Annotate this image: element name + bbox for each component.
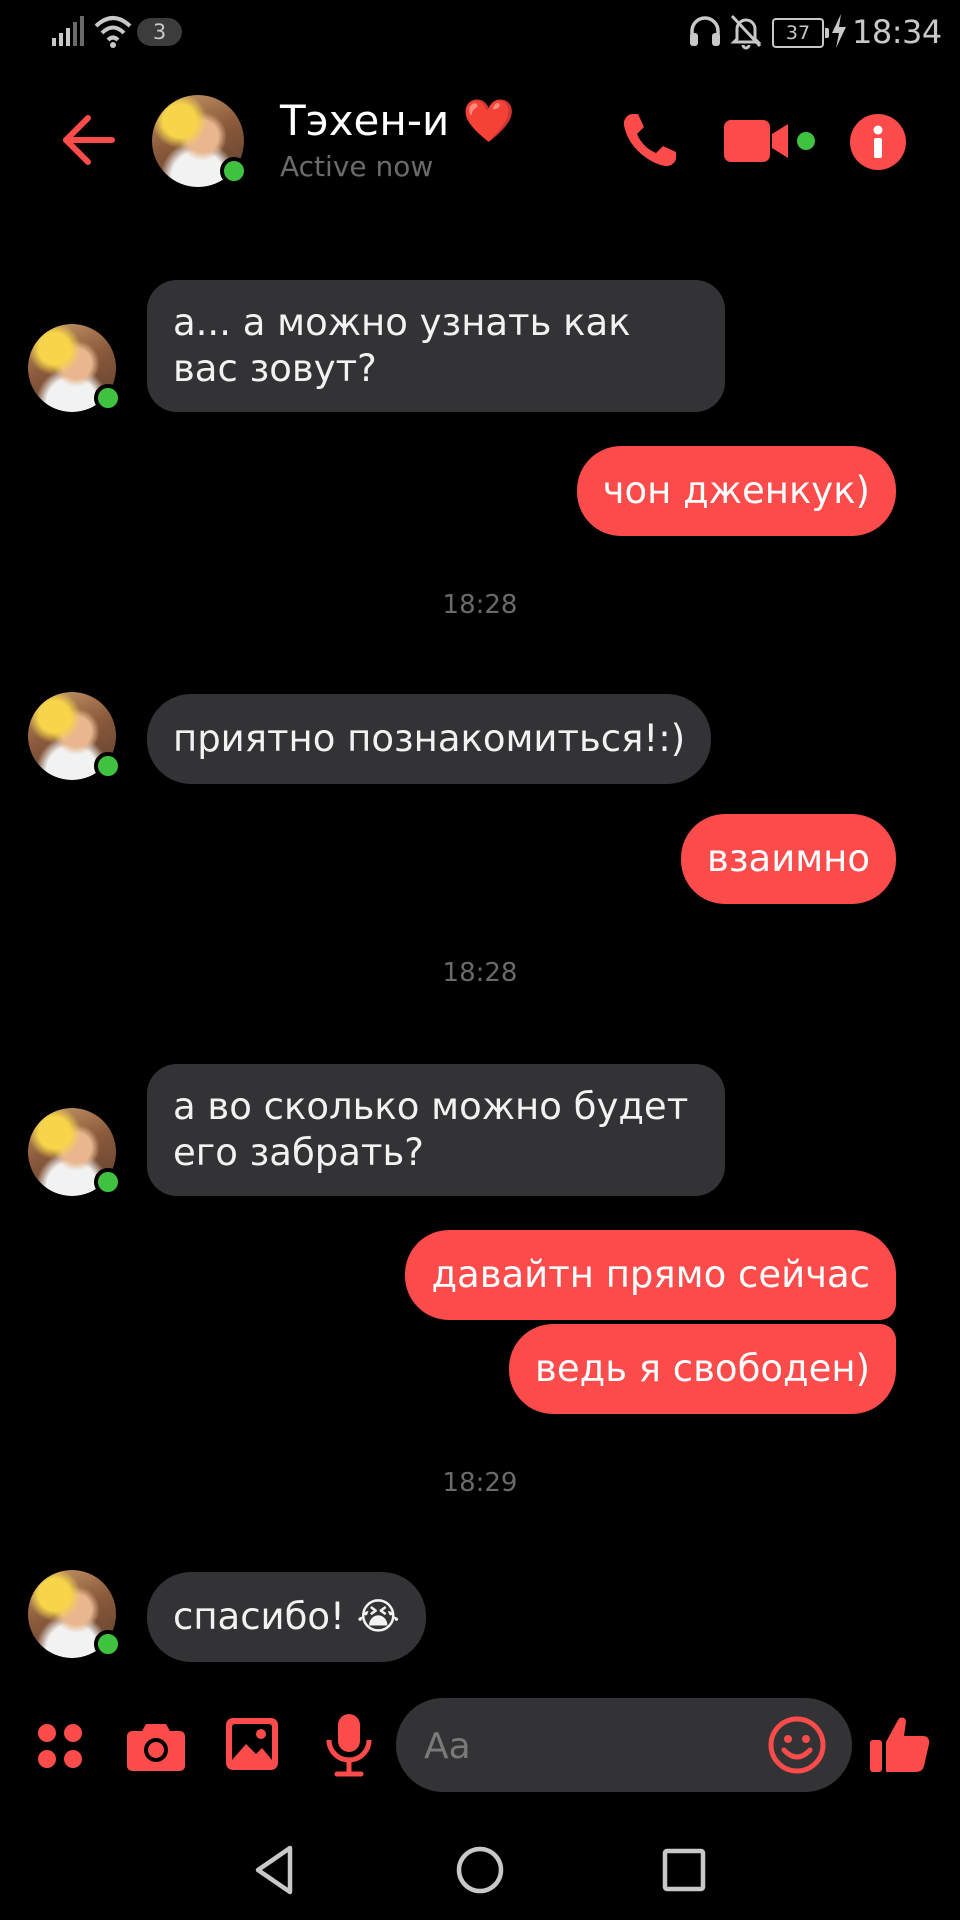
online-indicator — [94, 752, 122, 780]
message-bubble-incoming[interactable]: а во сколько можно будет его забрать? — [147, 1064, 725, 1196]
message-input-container[interactable] — [396, 1698, 852, 1794]
battery-indicator: 37 — [772, 18, 829, 48]
contact-name[interactable]: Тэхен-и ❤️ — [280, 96, 515, 146]
online-indicator — [94, 384, 122, 412]
info-button[interactable] — [850, 114, 906, 170]
message-timestamp: 18:28 — [442, 958, 518, 988]
message-timestamp: 18:28 — [442, 590, 518, 620]
chat-header: Тэхен-и ❤️ Active now — [0, 80, 960, 200]
online-indicator — [220, 157, 248, 185]
messenger-screen: 3 37 18:34 Тэхен-и ❤️ Active now а... а … — [0, 0, 960, 1920]
thumbs-up-icon[interactable] — [868, 1712, 932, 1776]
apps-icon[interactable] — [36, 1722, 84, 1770]
emoji-icon[interactable] — [768, 1716, 826, 1774]
contact-status: Active now — [280, 150, 434, 183]
sender-avatar — [28, 1108, 122, 1196]
bell-off-icon — [730, 14, 762, 50]
home-circle-icon[interactable] — [450, 1840, 510, 1900]
back-triangle-icon[interactable] — [244, 1840, 304, 1900]
system-nav-bar — [0, 1820, 960, 1920]
online-indicator — [94, 1168, 122, 1196]
message-input[interactable] — [422, 1698, 756, 1794]
online-indicator — [94, 1630, 122, 1658]
status-bar: 3 37 18:34 — [0, 0, 960, 66]
notification-count-badge: 3 — [137, 18, 182, 46]
signal-icon — [52, 16, 84, 46]
info-icon — [873, 125, 883, 158]
message-composer — [0, 1690, 960, 1800]
gallery-icon[interactable] — [224, 1716, 280, 1772]
message-bubble-incoming[interactable]: приятно познакомиться!:) — [147, 694, 712, 784]
recents-square-icon[interactable] — [654, 1840, 714, 1900]
microphone-icon[interactable] — [324, 1712, 374, 1778]
sender-avatar — [28, 692, 122, 780]
camera-icon[interactable] — [126, 1718, 186, 1772]
message-bubble-outgoing[interactable]: взаимно — [681, 814, 896, 904]
sender-avatar — [28, 1570, 122, 1658]
video-call-icon[interactable] — [722, 114, 818, 168]
sender-avatar — [28, 324, 122, 412]
back-arrow-icon[interactable] — [58, 110, 118, 170]
headset-icon — [690, 16, 720, 46]
message-bubble-incoming[interactable]: а... а можно узнать как вас зовут? — [147, 280, 725, 412]
message-timestamp: 18:29 — [442, 1468, 518, 1498]
contact-avatar[interactable] — [152, 95, 248, 187]
message-bubble-outgoing[interactable]: давайтн прямо сейчас — [405, 1230, 896, 1320]
status-time: 18:34 — [852, 13, 942, 51]
message-bubble-incoming[interactable]: спасибо! 😭 — [147, 1572, 426, 1662]
phone-icon[interactable] — [618, 110, 680, 172]
message-bubble-outgoing[interactable]: ведь я свободен) — [509, 1324, 896, 1414]
charging-bolt-icon — [832, 14, 846, 48]
wifi-icon — [94, 16, 132, 48]
message-bubble-outgoing[interactable]: чон дженкук) — [576, 446, 896, 536]
